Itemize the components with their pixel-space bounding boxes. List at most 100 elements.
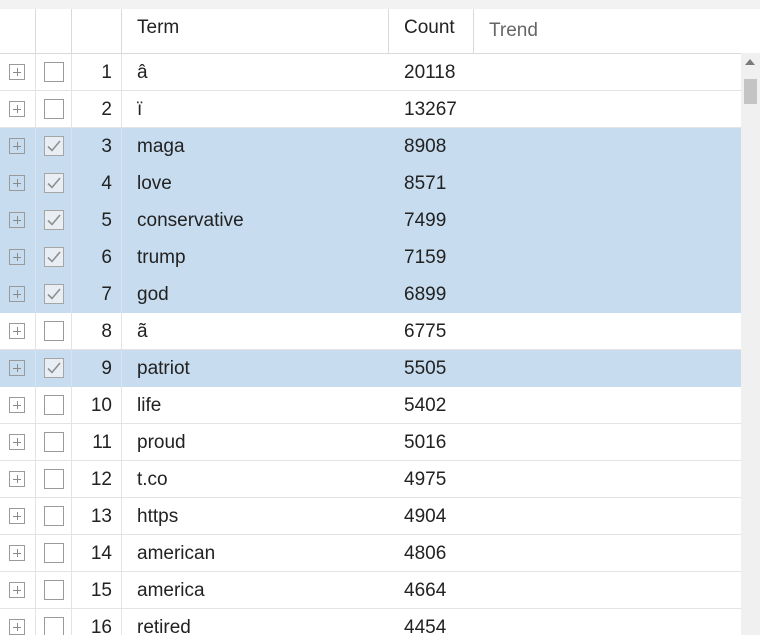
expand-icon[interactable] xyxy=(9,582,25,598)
checked-checkbox-icon[interactable] xyxy=(44,136,64,156)
table-row[interactable]: 9 patriot 5505 xyxy=(0,350,741,387)
table-row[interactable]: 5 conservative 7499 xyxy=(0,202,741,239)
checkbox-cell xyxy=(36,54,72,91)
checkbox-icon[interactable] xyxy=(44,321,64,341)
expand-cell xyxy=(0,239,36,276)
count-cell: 7499 xyxy=(404,210,447,231)
term-cell: proud xyxy=(137,432,186,453)
checkbox-icon[interactable] xyxy=(44,506,64,526)
expand-icon[interactable] xyxy=(9,508,25,524)
count-cell: 6775 xyxy=(404,321,447,342)
checkbox-icon[interactable] xyxy=(44,62,64,82)
term-cell: patriot xyxy=(137,358,190,379)
term-cell: â xyxy=(137,62,148,83)
expand-icon[interactable] xyxy=(9,175,25,191)
term-cell: conservative xyxy=(137,210,244,231)
checked-checkbox-icon[interactable] xyxy=(44,358,64,378)
table-row[interactable]: 1 â 20118 xyxy=(0,54,741,91)
table-row[interactable]: 8 ã 6775 xyxy=(0,313,741,350)
checkbox-icon[interactable] xyxy=(44,432,64,452)
trend-cell xyxy=(474,498,741,535)
rank-cell: 3 xyxy=(72,128,122,165)
rank-cell: 15 xyxy=(72,572,122,609)
trend-cell xyxy=(474,165,741,202)
rank-cell: 11 xyxy=(72,424,122,461)
checkbox-cell xyxy=(36,535,72,572)
table-row[interactable]: 2 ï 13267 xyxy=(0,91,741,128)
rank-cell: 6 xyxy=(72,239,122,276)
count-cell: 8571 xyxy=(404,173,447,194)
expand-icon[interactable] xyxy=(9,619,25,635)
checkbox-icon[interactable] xyxy=(44,99,64,119)
expand-icon[interactable] xyxy=(9,101,25,117)
expand-cell xyxy=(0,535,36,572)
checkbox-icon[interactable] xyxy=(44,469,64,489)
count-cell: 8908 xyxy=(404,136,447,157)
table-row[interactable]: 6 trump 7159 xyxy=(0,239,741,276)
checkbox-cell xyxy=(36,128,72,165)
trend-cell xyxy=(474,54,741,91)
count-cell: 5402 xyxy=(404,395,447,416)
term-cell: american xyxy=(137,543,216,564)
expand-icon[interactable] xyxy=(9,545,25,561)
header-term[interactable]: Term xyxy=(122,9,389,53)
checkbox-cell xyxy=(36,239,72,276)
checkbox-cell xyxy=(36,609,72,635)
expand-cell xyxy=(0,54,36,91)
expand-icon[interactable] xyxy=(9,64,25,80)
term-cell: america xyxy=(137,580,205,601)
count-cell: 7159 xyxy=(404,247,447,268)
table-row[interactable]: 14 american 4806 xyxy=(0,535,741,572)
checkbox-cell xyxy=(36,165,72,202)
scrollbar-thumb[interactable] xyxy=(744,79,757,104)
table-row[interactable]: 10 life 5402 xyxy=(0,387,741,424)
checked-checkbox-icon[interactable] xyxy=(44,210,64,230)
vertical-scrollbar[interactable] xyxy=(741,53,760,635)
table-row[interactable]: 11 proud 5016 xyxy=(0,424,741,461)
checkbox-icon[interactable] xyxy=(44,580,64,600)
expand-icon[interactable] xyxy=(9,471,25,487)
trend-cell xyxy=(474,91,741,128)
rank-cell: 2 xyxy=(72,91,122,128)
expand-cell xyxy=(0,313,36,350)
count-cell: 20118 xyxy=(404,62,456,83)
expand-icon[interactable] xyxy=(9,323,25,339)
checked-checkbox-icon[interactable] xyxy=(44,247,64,267)
checked-checkbox-icon[interactable] xyxy=(44,284,64,304)
header-select-col[interactable] xyxy=(36,9,72,53)
expand-icon[interactable] xyxy=(9,286,25,302)
table-row[interactable]: 15 america 4664 xyxy=(0,572,741,609)
trend-cell xyxy=(474,572,741,609)
expand-icon[interactable] xyxy=(9,212,25,228)
expand-icon[interactable] xyxy=(9,397,25,413)
top-strip xyxy=(0,0,760,9)
checkbox-icon[interactable] xyxy=(44,395,64,415)
checked-checkbox-icon[interactable] xyxy=(44,173,64,193)
table-row[interactable]: 7 god 6899 xyxy=(0,276,741,313)
scroll-up-icon[interactable] xyxy=(745,59,755,65)
table-row[interactable]: 16 retired 4454 xyxy=(0,609,741,635)
trend-cell xyxy=(474,276,741,313)
expand-icon[interactable] xyxy=(9,249,25,265)
table-row[interactable]: 12 t.co 4975 xyxy=(0,461,741,498)
table-row[interactable]: 3 maga 8908 xyxy=(0,128,741,165)
expand-icon[interactable] xyxy=(9,360,25,376)
term-grid: Term Count Trend 1 â 20118 2 ï 13267 3 maga 8908… xyxy=(0,9,741,635)
expand-icon[interactable] xyxy=(9,138,25,154)
checkbox-icon[interactable] xyxy=(44,543,64,563)
table-row[interactable]: 4 love 8571 xyxy=(0,165,741,202)
expand-cell xyxy=(0,165,36,202)
checkbox-cell xyxy=(36,276,72,313)
header-count[interactable]: Count xyxy=(389,9,474,53)
term-cell: god xyxy=(137,284,169,305)
expand-cell xyxy=(0,424,36,461)
checkbox-cell xyxy=(36,202,72,239)
expand-cell xyxy=(0,91,36,128)
rank-cell: 5 xyxy=(72,202,122,239)
header-trend[interactable]: Trend xyxy=(474,9,741,53)
rank-cell: 10 xyxy=(72,387,122,424)
checkbox-icon[interactable] xyxy=(44,617,64,635)
table-row[interactable]: 13 https 4904 xyxy=(0,498,741,535)
expand-icon[interactable] xyxy=(9,434,25,450)
rank-cell: 13 xyxy=(72,498,122,535)
